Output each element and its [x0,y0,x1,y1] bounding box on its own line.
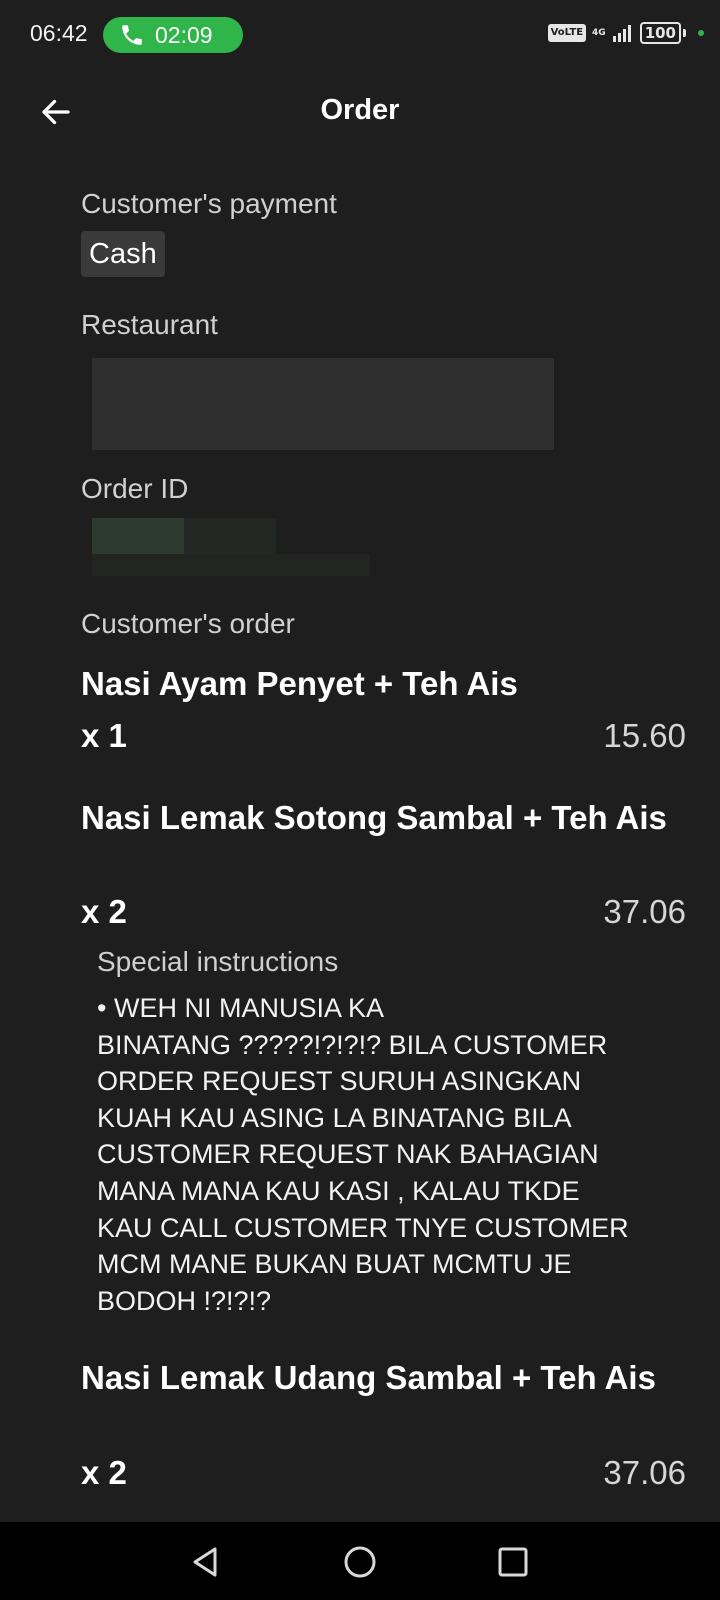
order-item-quantity: x 1 [81,717,127,754]
restaurant-name-redacted [92,358,554,450]
status-bar: 06:42 02:09 VoLTE 4G 100 [0,0,720,70]
nav-back-button[interactable] [183,1540,227,1584]
payment-method-chip: Cash [81,231,165,277]
ongoing-call-pill[interactable]: 02:09 [103,17,243,53]
special-instructions-label: Special instructions [97,946,339,977]
special-instructions-text: • WEH NI MANUSIA KA BINATANG ?????!?!?!?… [97,993,629,1316]
order-id-label: Order ID [81,473,189,504]
system-nav-bar [0,1522,720,1600]
network-type-icon: 4G [592,28,606,38]
phone-icon [122,25,142,45]
call-timer: 02:09 [155,21,213,48]
order-id-redacted-block [92,554,370,576]
order-id-redacted [92,518,184,554]
order-item-price: 37.06 [603,893,686,930]
volte-icon: VoLTE [547,24,587,42]
page-title: Order [320,94,400,126]
order-id-redacted-block [184,518,276,554]
order-item-name: Nasi Lemak Sotong Sambal + Teh Ais [81,799,667,836]
circle-home-icon [344,1546,376,1578]
order-item-quantity: x 2 [81,1454,127,1491]
square-recents-icon [498,1547,528,1577]
order-item-price: 15.60 [603,717,686,754]
privacy-indicator-dot [698,30,704,36]
restaurant-label: Restaurant [81,309,218,340]
customer-order-label: Customer's order [81,608,295,639]
status-indicators: VoLTE 4G 100 [547,22,704,44]
triangle-back-icon [193,1547,217,1577]
battery-level: 100 [639,22,681,44]
order-screen: 06:42 02:09 VoLTE 4G 100 Order Customer'… [0,0,720,1600]
battery-icon: 100 [639,22,686,44]
order-item-quantity: x 2 [81,893,127,930]
order-item-name: Nasi Lemak Udang Sambal + Teh Ais [81,1359,656,1396]
nav-recents-button[interactable] [491,1540,535,1584]
order-item-price: 37.06 [603,1454,686,1491]
payment-label: Customer's payment [81,188,337,219]
signal-icon [612,25,631,42]
app-bar: Order [0,70,720,154]
nav-home-button[interactable] [338,1540,382,1584]
order-item-name: Nasi Ayam Penyet + Teh Ais [81,665,518,702]
status-time: 06:42 [30,20,88,46]
